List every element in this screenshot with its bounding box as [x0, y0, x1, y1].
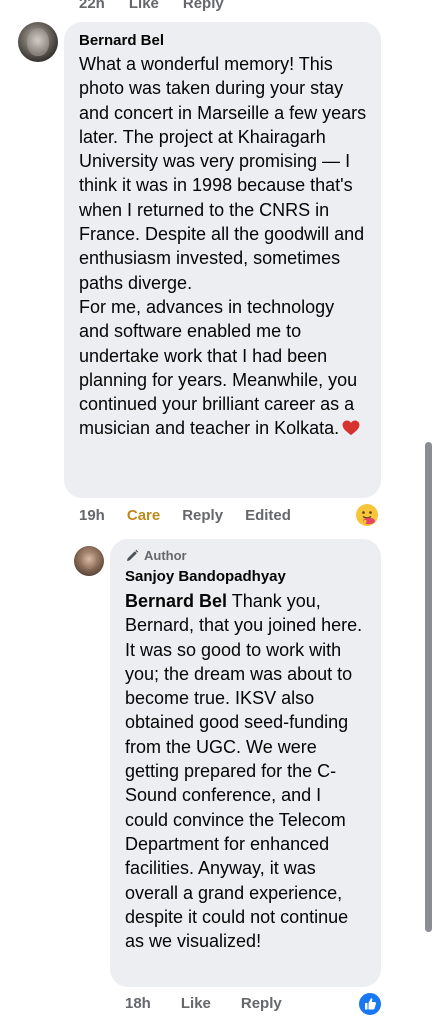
- edited-label[interactable]: Edited: [245, 507, 291, 524]
- reply-body: Thank you, Bernard, that you joined here…: [125, 591, 363, 952]
- previous-comment-time[interactable]: 22h: [79, 0, 105, 12]
- comment-text: What a wonderful memory! This photo was …: [79, 52, 367, 441]
- care-reaction-button[interactable]: Care: [127, 507, 160, 524]
- previous-comment-reply-button[interactable]: Reply: [183, 0, 224, 12]
- reply-actions: 18h Like Reply: [125, 995, 282, 1012]
- comment-paragraph-2: For me, advances in technology and softw…: [79, 295, 367, 441]
- vertical-scrollbar[interactable]: [425, 442, 432, 932]
- reply-like-button[interactable]: Like: [181, 995, 211, 1012]
- author-badge-label: Author: [144, 548, 187, 563]
- comment-paragraph-2-text: For me, advances in technology and softw…: [79, 296, 358, 439]
- comment-author[interactable]: Bernard Bel: [79, 31, 367, 51]
- reply-author[interactable]: Sanjoy Bandopadhyay: [125, 567, 369, 587]
- reply-button[interactable]: Reply: [182, 507, 223, 524]
- reply-time[interactable]: 18h: [125, 995, 151, 1012]
- pencil-icon: [127, 549, 139, 561]
- red-heart-icon: [342, 420, 360, 436]
- comments-thread: 22h Like Reply Bernard Bel What a wonder…: [0, 0, 437, 1024]
- mention-link[interactable]: Bernard Bel: [125, 591, 227, 611]
- reply-avatar-face: [82, 551, 96, 569]
- reply-bubble: Author Sanjoy Bandopadhyay Bernard Bel T…: [110, 539, 381, 987]
- thumbs-up-glyph: [365, 998, 376, 1010]
- comment-bubble: Bernard Bel What a wonderful memory! Thi…: [64, 22, 381, 498]
- reply-avatar[interactable]: [74, 546, 104, 576]
- avatar-face: [27, 28, 49, 56]
- avatar[interactable]: [18, 22, 58, 62]
- reply-text: Bernard Bel Thank you, Bernard, that you…: [125, 589, 369, 953]
- comment-actions: 19h Care Reply Edited: [79, 507, 291, 524]
- thumbs-up-icon[interactable]: [357, 991, 383, 1017]
- author-badge: Author: [125, 548, 369, 564]
- previous-comment-like-button[interactable]: Like: [129, 0, 159, 12]
- comment-time[interactable]: 19h: [79, 507, 105, 524]
- reply-reply-button[interactable]: Reply: [241, 995, 282, 1012]
- previous-comment-actions: 22h Like Reply: [79, 0, 224, 12]
- hugging-face-emoji-icon[interactable]: [355, 503, 379, 527]
- comment-paragraph-1: What a wonderful memory! This photo was …: [79, 54, 367, 293]
